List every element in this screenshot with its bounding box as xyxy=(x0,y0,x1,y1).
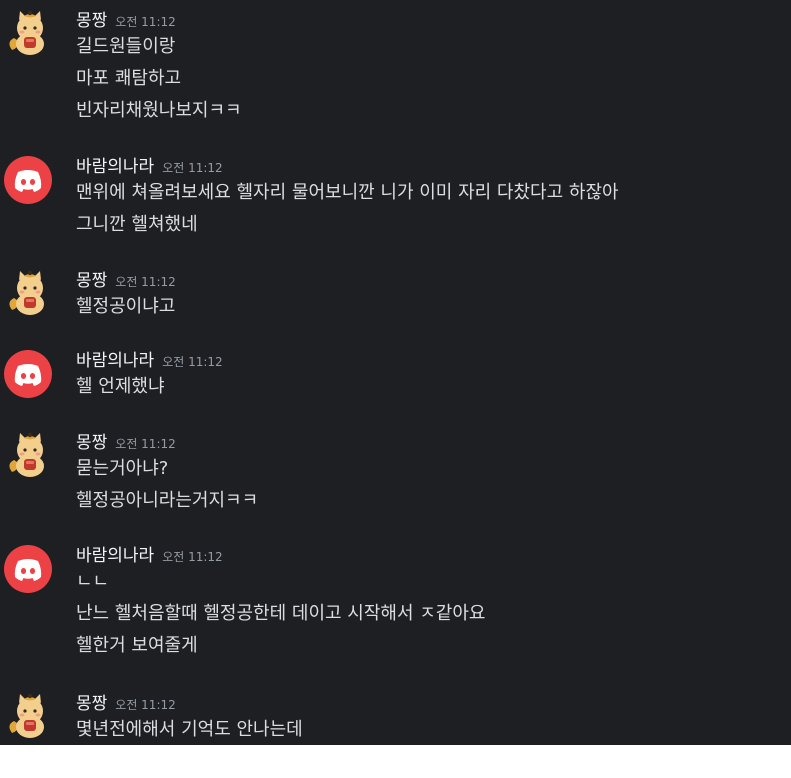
discord-logo-icon[interactable] xyxy=(4,545,52,593)
chat-message-list: 몽짱 오전 11:12 길드원들이랑 마포 쾌탐하고 빈자리채웠나보지ㅋㅋ 바람의… xyxy=(0,0,791,745)
timestamp[interactable]: 오전 11:12 xyxy=(115,437,175,451)
message-header: 몽짱 오전 11:12 xyxy=(76,430,176,456)
timestamp[interactable]: 오전 11:12 xyxy=(115,698,175,712)
message-text: 헬한거 보여줄게 xyxy=(76,635,198,656)
username[interactable]: 바람의나라 xyxy=(76,157,154,177)
message-header: 바람의나라 오전 11:12 xyxy=(76,348,223,374)
cat-avatar-icon[interactable] xyxy=(4,268,52,316)
timestamp[interactable]: 오전 11:12 xyxy=(162,550,222,564)
message-header: 몽짱 오전 11:12 xyxy=(76,8,176,34)
username[interactable]: 몽짱 xyxy=(76,694,107,714)
message-header: 몽짱 오전 11:12 xyxy=(76,268,176,294)
timestamp[interactable]: 오전 11:12 xyxy=(115,15,175,29)
username[interactable]: 바람의나라 xyxy=(76,546,154,566)
message-text: 묻는거아냐? xyxy=(76,458,169,479)
username[interactable]: 몽짱 xyxy=(76,433,107,453)
timestamp[interactable]: 오전 11:12 xyxy=(162,355,222,369)
username[interactable]: 몽짱 xyxy=(76,11,107,31)
username[interactable]: 몽짱 xyxy=(76,271,107,291)
message-text: 빈자리채웠나보지ㅋㅋ xyxy=(76,100,242,121)
message-text: 헬정공이냐고 xyxy=(76,296,176,317)
message-text: 헬 언제했냐 xyxy=(76,376,165,397)
discord-logo-icon[interactable] xyxy=(4,350,52,398)
cat-avatar-icon[interactable] xyxy=(4,430,52,478)
message-text: 난느 헬처음할때 헬정공한테 데이고 시작해서 ㅈ같아요 xyxy=(76,603,486,624)
message-text: 헬정공아니라는거지ㅋㅋ xyxy=(76,490,259,511)
timestamp[interactable]: 오전 11:12 xyxy=(115,275,175,289)
message-text: ㄴㄴ xyxy=(76,571,110,592)
message-text: 몇년전에해서 기억도 안나는데 xyxy=(76,719,303,740)
username[interactable]: 바람의나라 xyxy=(76,351,154,371)
message-text: 맨위에 쳐올려보세요 헬자리 물어보니깐 니가 이미 자리 다찼다고 하잖아 xyxy=(76,182,619,203)
message-header: 바람의나라 오전 11:12 xyxy=(76,154,223,180)
cat-avatar-icon[interactable] xyxy=(4,691,52,739)
cat-avatar-icon[interactable] xyxy=(4,8,52,56)
message-header: 몽짱 오전 11:12 xyxy=(76,691,176,717)
message-text: 그니깐 헬쳐했네 xyxy=(76,214,198,235)
message-text: 길드원들이랑 xyxy=(76,36,176,57)
message-header: 바람의나라 오전 11:12 xyxy=(76,543,223,569)
discord-logo-icon[interactable] xyxy=(4,156,52,204)
message-text: 마포 쾌탐하고 xyxy=(76,68,182,89)
timestamp[interactable]: 오전 11:12 xyxy=(162,161,222,175)
